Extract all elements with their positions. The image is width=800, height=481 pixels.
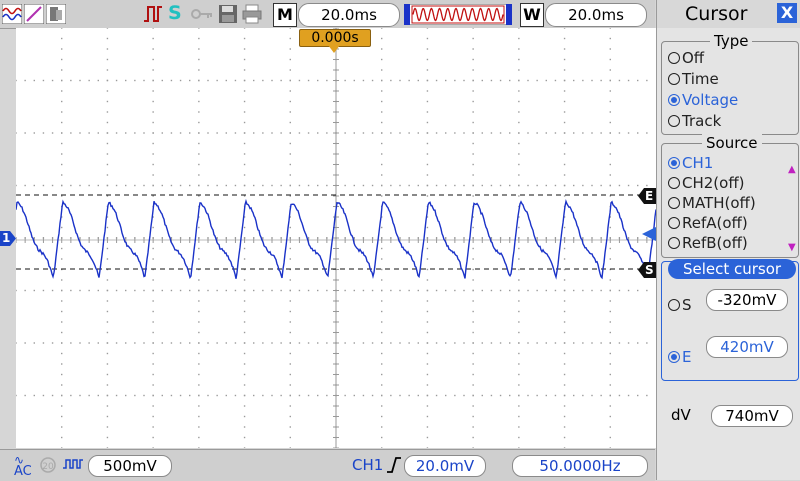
type-option-track[interactable]: Track (668, 112, 721, 130)
print-icon[interactable] (242, 4, 262, 24)
bottom-status-bar: ∿ AC 20 500mV CH1 20.0mV 50.0000Hz (0, 449, 655, 481)
trigger-status: S (168, 2, 182, 24)
type-option-voltage[interactable]: Voltage (668, 91, 738, 109)
radio-icon (668, 177, 680, 189)
pulse-trigger-icon (144, 6, 162, 22)
cursor-e-tag[interactable]: E (638, 188, 656, 204)
trigger-level-marker (642, 227, 656, 241)
save-icon[interactable] (218, 4, 238, 24)
close-icon[interactable]: X (777, 3, 797, 23)
panel-title: Cursor (685, 3, 748, 25)
select-cursor-title: Select cursor (668, 259, 796, 279)
cursor-s-tag-label: S (645, 263, 654, 277)
cursor-e-option[interactable]: E (668, 348, 691, 366)
type-option-off[interactable]: Off (668, 49, 704, 67)
cursor-e-value[interactable]: 420mV (706, 336, 788, 358)
waveform-mode-icon[interactable] (2, 4, 22, 24)
cursor-s-tag[interactable]: S (638, 262, 656, 278)
rising-edge-icon (387, 457, 401, 473)
radio-icon (668, 197, 680, 209)
source-option-ch2[interactable]: CH2(off) (668, 174, 745, 192)
timebase-label: M (273, 3, 297, 27)
source-option-refa[interactable]: RefA(off) (668, 214, 748, 232)
bandwidth-limit-icon: 20 (40, 457, 56, 473)
cursor-s-value[interactable]: -320mV (706, 289, 788, 311)
radio-icon (668, 115, 680, 127)
radio-selected-icon (668, 157, 680, 169)
window-overview[interactable] (404, 4, 512, 25)
window-label: W (520, 3, 544, 27)
scroll-up-icon[interactable]: ▲ (788, 164, 796, 175)
type-option-time[interactable]: Time (668, 70, 719, 88)
digital-filter-icon (63, 459, 83, 469)
window-value[interactable]: 20.0ms (545, 3, 647, 27)
top-toolbar: S M 20.0ms W 20.0ms (0, 0, 655, 29)
cursor-menu-panel: Cursor X Type Off Time Voltage Track Sou… (656, 0, 800, 480)
radio-icon (668, 237, 680, 249)
radio-icon (668, 73, 680, 85)
coupling-label: AC (14, 464, 32, 479)
source-option-math[interactable]: MATH(off) (668, 194, 756, 212)
source-group: Source CH1 CH2(off) MATH(off) RefA(off) … (661, 134, 799, 258)
trigger-source[interactable]: CH1 (352, 456, 383, 474)
trigger-position-arrow (328, 45, 340, 53)
source-group-title: Source (702, 134, 762, 152)
delta-v-value: 740mV (711, 405, 793, 427)
coupling-indicator: ∿ AC (14, 454, 32, 478)
cursor-s-option[interactable]: S (668, 296, 692, 314)
select-cursor-group: Select cursor S -320mV E 420mV (661, 259, 799, 381)
source-option-ch1[interactable]: CH1 (668, 154, 713, 172)
trigger-level[interactable]: 20.0mV (404, 455, 486, 477)
timebase-value[interactable]: 20.0ms (298, 3, 400, 27)
graticule (16, 28, 656, 448)
type-group: Type Off Time Voltage Track (661, 32, 799, 135)
radio-icon (668, 217, 680, 229)
ch1-scale[interactable]: 500mV (88, 455, 172, 477)
svg-text:20: 20 (42, 462, 54, 472)
type-group-title: Type (710, 32, 753, 50)
radio-icon (668, 52, 680, 64)
radio-icon (668, 299, 680, 311)
panel-header: Cursor X (657, 0, 800, 28)
cursor-e-tag-label: E (645, 189, 654, 203)
radio-selected-icon (668, 351, 680, 363)
ch1-ground-marker[interactable]: 1 (0, 231, 16, 246)
source-option-refb[interactable]: RefB(off) (668, 234, 748, 252)
display-mode-icon[interactable] (46, 4, 66, 24)
waveform-display[interactable] (16, 28, 656, 448)
delta-v-label: dV (671, 406, 691, 424)
radio-selected-icon (668, 94, 680, 106)
scroll-down-icon[interactable]: ▼ (788, 242, 796, 253)
math-mode-icon[interactable] (24, 4, 44, 24)
frequency-readout: 50.0000Hz (512, 455, 648, 477)
key-icon (191, 9, 212, 19)
ch1-marker-label: 1 (2, 231, 11, 245)
